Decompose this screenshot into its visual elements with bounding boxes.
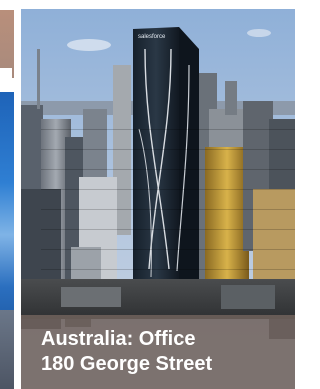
card-caption: Australia: Office 180 George Street [21, 315, 295, 389]
building-podium [221, 285, 275, 309]
building-sign: salesforce [138, 34, 166, 40]
cloud [67, 39, 111, 51]
gold-building [205, 147, 249, 287]
caption-title: Australia: Office [41, 328, 196, 350]
previous-card-peek[interactable] [0, 10, 14, 389]
previous-card-badge [0, 68, 12, 92]
slideshow: salesforce Australia: Office 180 George … [0, 0, 306, 389]
salesforce-tower [133, 27, 179, 291]
crane [37, 49, 40, 109]
building [225, 81, 237, 115]
cloud [247, 29, 271, 37]
building-podium [61, 287, 121, 307]
office-card[interactable]: salesforce Australia: Office 180 George … [21, 9, 295, 389]
previous-card-image-bottom [0, 310, 14, 389]
caption-address: 180 George Street [41, 353, 213, 375]
